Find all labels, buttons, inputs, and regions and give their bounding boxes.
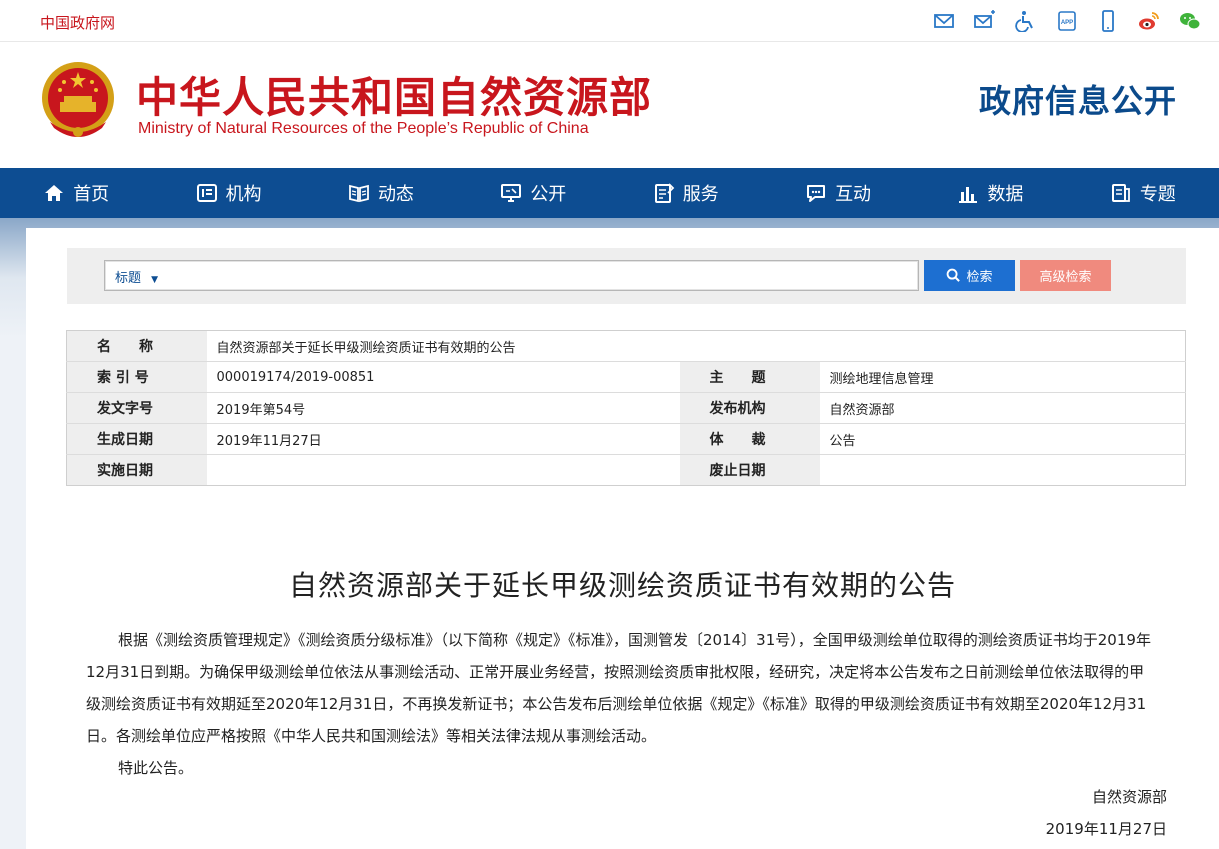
- site-header: 中华人民共和国自然资源部 Ministry of Natural Resourc…: [0, 42, 1219, 168]
- meta-value: 自然资源部关于延长甲级测绘资质证书有效期的公告: [206, 330, 1186, 362]
- meta-value: [207, 455, 680, 486]
- mail-icon[interactable]: [933, 10, 955, 32]
- nav-item-disclosure[interactable]: 公开: [457, 168, 609, 218]
- nav-label: 首页: [73, 184, 110, 205]
- nav-label: 动态: [377, 184, 414, 205]
- nav-item-news[interactable]: 动态: [305, 168, 457, 218]
- site-title: 中华人民共和国自然资源部: [136, 73, 653, 122]
- meta-label: 名 称: [66, 330, 207, 362]
- main-content: 标题 ▼ 检索 高级检索 名 称 自然资源部关于延长甲级测绘资质证书有效期的公告…: [26, 228, 1219, 849]
- search-button-label: 检索: [966, 270, 993, 285]
- table-row: 实施日期 废止日期: [66, 454, 1186, 486]
- search-field-select[interactable]: 标题 ▼: [115, 267, 158, 286]
- meta-value: 公告: [819, 423, 1186, 455]
- chart-icon: [959, 187, 978, 203]
- nav-label: 公开: [530, 184, 567, 205]
- nav-item-org[interactable]: 机构: [152, 168, 304, 218]
- top-utility-bar: 中国政府网 APP: [0, 0, 1219, 42]
- meta-value: 000019174/2019-00851: [206, 361, 680, 393]
- table-row: 名 称 自然资源部关于延长甲级测绘资质证书有效期的公告: [66, 330, 1186, 362]
- svg-text:APP: APP: [1061, 20, 1073, 26]
- meta-value: [820, 455, 1186, 486]
- table-row: 生成日期 2019年11月27日 体 裁 公告: [66, 423, 1186, 455]
- advanced-search-button[interactable]: 高级检索: [1020, 260, 1111, 291]
- nav-item-data[interactable]: 数据: [914, 168, 1066, 218]
- meta-label: 发文字号: [66, 392, 207, 424]
- meta-label: 生成日期: [66, 423, 207, 455]
- meta-label: 索 引 号: [66, 361, 207, 393]
- search-panel: 标题 ▼ 检索 高级检索: [67, 248, 1186, 304]
- site-subtitle: Ministry of Natural Resources of the Peo…: [138, 120, 589, 137]
- section-title: 政府信息公开: [978, 82, 1177, 120]
- gov-portal-link[interactable]: 中国政府网: [40, 12, 115, 33]
- service-icon: [654, 183, 674, 203]
- article-title: 自然资源部关于延长甲级测绘资质证书有效期的公告: [288, 569, 956, 602]
- meta-label: 体 裁: [679, 423, 820, 455]
- article-signature: 自然资源部: [1091, 788, 1167, 806]
- document-meta-table: 名 称 自然资源部关于延长甲级测绘资质证书有效期的公告 索 引 号 000019…: [66, 330, 1186, 486]
- article-paragraph: 根据《测绘资质管理规定》《测绘资质分级标准》（以下简称《规定》《标准》，国测管发…: [86, 631, 1151, 745]
- chat-icon: [807, 185, 826, 202]
- nav-item-topic[interactable]: 专题: [1067, 168, 1219, 218]
- news-icon: [349, 184, 369, 203]
- nav-label: 服务: [682, 184, 719, 205]
- wechat-icon[interactable]: [1179, 10, 1201, 32]
- meta-label: 发布机构: [679, 392, 820, 424]
- subscribe-mail-icon[interactable]: [974, 10, 996, 32]
- table-row: 发文字号 2019年第54号 发布机构 自然资源部: [66, 392, 1186, 424]
- nav-label: 互动: [835, 184, 872, 205]
- search-button[interactable]: 检索: [924, 260, 1015, 291]
- topic-icon: [1111, 184, 1130, 202]
- caret-down-icon: ▼: [151, 275, 159, 285]
- nav-label: 数据: [987, 184, 1024, 205]
- search-input[interactable]: [175, 263, 910, 288]
- main-nav: 首页 机构 动态 公开 服务 互动 数据 专题: [0, 168, 1219, 218]
- search-box: 标题 ▼: [104, 260, 919, 291]
- search-field-label: 标题: [115, 271, 142, 286]
- nav-label: 专题: [1139, 184, 1176, 205]
- org-icon: [196, 184, 217, 202]
- meta-label: 实施日期: [66, 454, 207, 486]
- meta-label: 废止日期: [679, 454, 820, 486]
- meta-value: 测绘地理信息管理: [819, 361, 1186, 393]
- nav-item-home[interactable]: 首页: [0, 168, 152, 218]
- nav-item-interact[interactable]: 互动: [762, 168, 914, 218]
- meta-value: 2019年11月27日: [206, 423, 680, 455]
- meta-label: 主 题: [679, 361, 820, 393]
- nav-label: 机构: [225, 184, 262, 205]
- article-date: 2019年11月27日: [1045, 820, 1167, 838]
- meta-value: 自然资源部: [819, 392, 1186, 424]
- utility-icons: APP: [933, 10, 1201, 32]
- article-body: 根据《测绘资质管理规定》《测绘资质分级标准》（以下简称《规定》《标准》，国测管发…: [86, 624, 1156, 784]
- search-icon: [947, 268, 961, 282]
- nav-item-service[interactable]: 服务: [610, 168, 762, 218]
- home-icon: [45, 185, 64, 201]
- mobile-icon[interactable]: [1097, 10, 1119, 32]
- app-icon[interactable]: APP: [1056, 10, 1078, 32]
- national-emblem-icon: [38, 56, 118, 144]
- meta-value: 2019年第54号: [206, 392, 680, 424]
- disclosure-icon: [501, 184, 522, 202]
- accessibility-icon[interactable]: [1015, 10, 1037, 32]
- weibo-icon[interactable]: [1138, 10, 1160, 32]
- article-paragraph: 特此公告。: [118, 759, 194, 777]
- table-row: 索 引 号 000019174/2019-00851 主 题 测绘地理信息管理: [66, 361, 1186, 393]
